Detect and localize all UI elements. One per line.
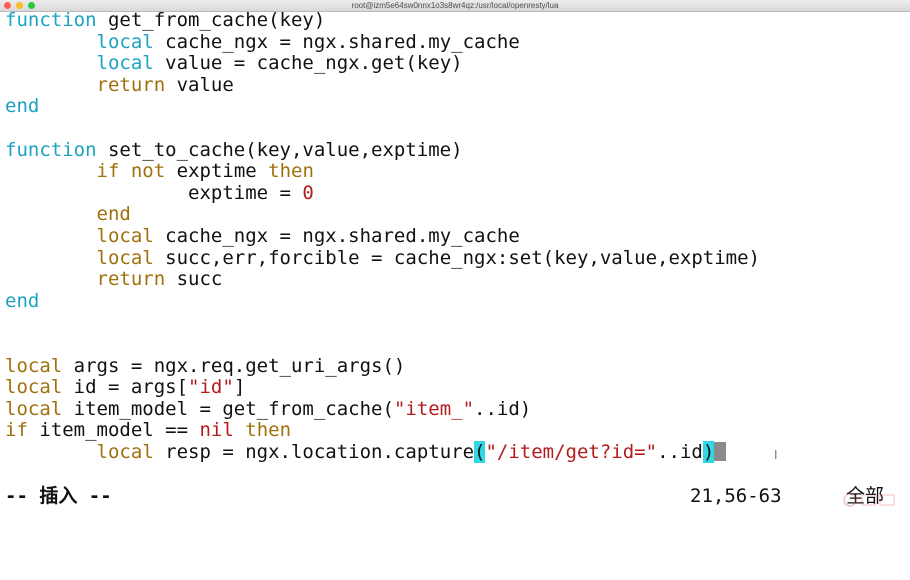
code-token: then — [268, 160, 314, 183]
code-token: ..id) — [474, 397, 532, 420]
cursor-position: 21,56-63 — [690, 485, 782, 507]
code-token: resp = ngx.location.capture — [153, 441, 475, 463]
code-token: cache_ngx = ngx.shared.my_cache — [153, 225, 520, 247]
code-line[interactable]: local args = ngx.req.get_uri_args() — [5, 354, 406, 377]
code-token: value = cache_ngx.get(key) — [153, 52, 463, 75]
code-line[interactable]: local cache_ngx = ngx.shared.my_cache — [5, 226, 520, 247]
code-token: succ,err,forcible = cache_ngx:set(key,va… — [153, 246, 760, 269]
watermark-logo — [842, 490, 904, 510]
code-token: local — [5, 354, 63, 377]
vim-statusline: -- 插入 -- 21,56-63 全部 — [0, 484, 910, 508]
code-token: then — [245, 419, 292, 442]
code-token: local — [96, 246, 154, 269]
code-token: end — [5, 95, 40, 118]
code-token: ..id — [657, 441, 703, 463]
code-token: succ — [165, 268, 223, 291]
code-token: id = args[ — [62, 376, 189, 399]
code-token: ] — [233, 376, 246, 399]
code-line[interactable]: return succ — [5, 268, 223, 291]
code-line[interactable]: function get_from_cache(key) — [5, 10, 325, 31]
code-line[interactable]: function set_to_cache(key,value,exptime) — [5, 138, 463, 161]
code-token: local — [5, 376, 63, 399]
code-token: get_from_cache(key) — [96, 9, 326, 31]
code-token: not — [130, 160, 166, 183]
code-token: function — [5, 138, 97, 161]
code-token: "item_" — [393, 397, 475, 420]
code-token: "/item/get?id=" — [485, 441, 658, 463]
text-cursor — [714, 442, 727, 461]
code-token: if — [5, 419, 28, 442]
code-line[interactable]: return value — [5, 73, 234, 96]
code-token: 0 — [302, 181, 314, 204]
code-token: end — [5, 289, 40, 312]
matched-bracket: ( — [474, 441, 486, 463]
code-line[interactable]: local value = cache_ngx.get(key) — [5, 53, 463, 74]
code-token: item_model = get_from_cache( — [62, 397, 394, 420]
matched-bracket: ) — [702, 441, 715, 463]
watermark-icon — [843, 493, 895, 507]
code-line[interactable]: end — [5, 96, 39, 117]
code-line[interactable]: local cache_ngx = ngx.shared.my_cache — [5, 30, 520, 53]
code-token: set_to_cache(key,value,exptime) — [96, 138, 463, 161]
code-token: local — [96, 225, 154, 247]
code-token: value — [165, 73, 234, 96]
code-token: "id" — [188, 376, 234, 399]
code-line[interactable]: local resp = ngx.location.capture("/item… — [5, 441, 727, 463]
code-token: exptime = — [5, 181, 303, 204]
code-token: local — [5, 397, 63, 420]
code-token: args = ngx.req.get_uri_args() — [62, 354, 406, 377]
code-token: end — [96, 203, 131, 226]
code-line[interactable]: if not exptime then — [5, 161, 314, 182]
code-token: local — [96, 30, 154, 53]
code-line[interactable]: exptime = 0 — [5, 181, 314, 204]
code-token: local — [96, 52, 154, 75]
code-token: return — [96, 268, 166, 291]
code-token: exptime — [165, 160, 269, 183]
code-token: function — [5, 9, 97, 31]
code-line[interactable]: if item_model == nil then — [5, 420, 291, 441]
code-line[interactable]: local id = args["id"] — [5, 377, 245, 398]
code-line[interactable]: end — [5, 204, 131, 225]
vim-editor[interactable]: function get_from_cache(key) local cache… — [0, 10, 910, 482]
code-token: cache_ngx = ngx.shared.my_cache — [153, 30, 520, 53]
code-token: if — [96, 160, 120, 183]
code-line[interactable]: local succ,err,forcible = cache_ngx:set(… — [5, 246, 760, 269]
code-token: return — [96, 73, 166, 96]
insert-mode-indicator: -- 插入 -- — [5, 485, 112, 507]
code-token: nil — [199, 419, 234, 442]
code-token: local — [96, 441, 154, 463]
code-line[interactable]: end — [5, 289, 40, 312]
code-token: item_model == — [27, 419, 200, 442]
code-line[interactable]: local item_model = get_from_cache("item_… — [5, 397, 532, 420]
ibeam-cursor-icon: I — [774, 448, 778, 462]
